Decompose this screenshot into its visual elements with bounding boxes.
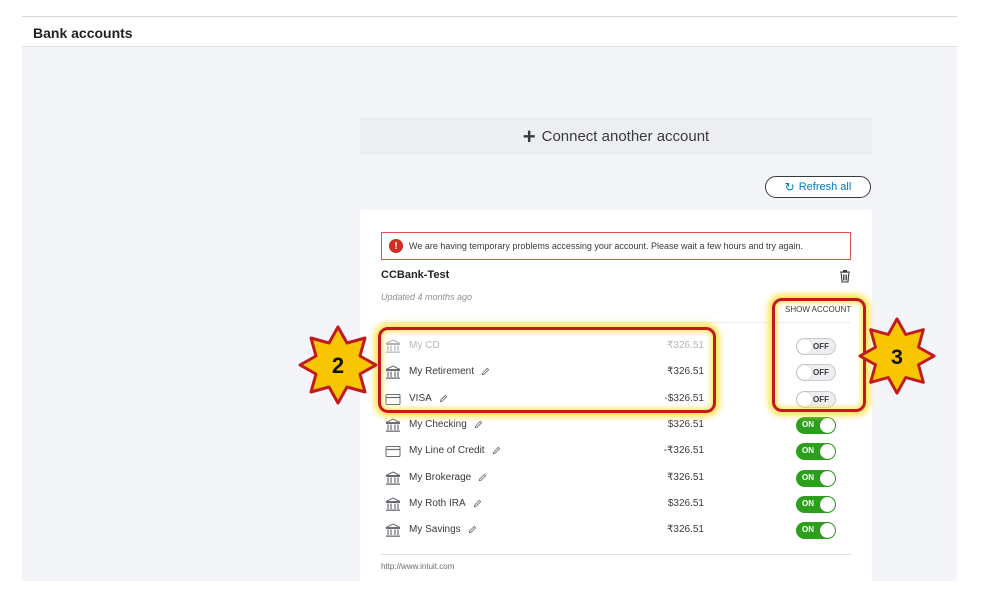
divider <box>381 554 851 555</box>
account-name: My Retirement <box>409 366 490 377</box>
bank-icon <box>385 497 401 512</box>
toggle-state-label: OFF <box>813 395 829 404</box>
account-name: My Roth IRA <box>409 498 482 509</box>
account-row: My CD ₹326.51 OFF <box>385 338 845 356</box>
connect-account-label: Connect another account <box>541 128 710 145</box>
show-account-toggle[interactable]: OFF <box>796 338 836 355</box>
alert-message: We are having temporary problems accessi… <box>409 241 804 251</box>
plus-icon: + <box>522 123 536 149</box>
toggle-state-label: ON <box>802 473 814 482</box>
account-balance: ₹326.51 <box>667 366 704 377</box>
account-balance: ₹326.51 <box>667 524 704 535</box>
callout-star-3-icon: 3 <box>858 317 936 395</box>
account-row: My Brokerage ₹326.51 ON <box>385 470 845 488</box>
account-name: My Savings <box>409 524 477 535</box>
toggle-state-label: OFF <box>813 368 829 377</box>
toggle-state-label: OFF <box>813 342 829 351</box>
account-row: My Retirement ₹326.51 OFF <box>385 364 845 382</box>
refresh-all-button[interactable]: ↻ Refresh all <box>765 176 871 198</box>
show-account-toggle[interactable]: ON <box>796 470 836 487</box>
bank-icon <box>385 418 401 433</box>
toggle-knob <box>820 523 835 538</box>
connect-account-button[interactable]: + Connect another account <box>360 118 872 155</box>
show-account-toggle[interactable]: ON <box>796 522 836 539</box>
account-name: My CD <box>409 340 440 351</box>
error-icon: ! <box>389 239 403 253</box>
footer-url: http://www.intuit.com <box>381 562 455 571</box>
account-name: My Brokerage <box>409 472 487 483</box>
credit-card-icon <box>385 444 401 459</box>
edit-pencil-icon[interactable] <box>439 394 448 403</box>
show-account-toggle[interactable]: ON <box>796 443 836 460</box>
toggle-knob <box>797 365 812 380</box>
show-account-toggle[interactable]: ON <box>796 417 836 434</box>
show-account-toggle[interactable]: OFF <box>796 364 836 381</box>
account-name: My Checking <box>409 419 483 430</box>
edit-pencil-icon[interactable] <box>474 420 483 429</box>
toggle-knob <box>820 497 835 512</box>
edit-pencil-icon[interactable] <box>473 499 482 508</box>
callout-3-label: 3 <box>891 345 903 369</box>
show-account-toggle[interactable]: OFF <box>796 391 836 408</box>
show-account-toggle[interactable]: ON <box>796 496 836 513</box>
callout-2-label: 2 <box>332 353 344 378</box>
bank-icon <box>385 523 401 538</box>
bank-icon <box>385 339 401 354</box>
refresh-all-label: Refresh all <box>798 181 852 193</box>
edit-pencil-icon[interactable] <box>478 473 487 482</box>
account-row: My Savings ₹326.51 ON <box>385 522 845 540</box>
toggle-state-label: ON <box>802 446 814 455</box>
account-row: My Roth IRA $326.51 ON <box>385 496 845 514</box>
account-row: My Line of Credit -₹326.51 ON <box>385 443 845 461</box>
updated-timestamp: Updated 4 months ago <box>381 292 473 302</box>
account-balance: $326.51 <box>667 498 704 509</box>
credit-card-icon <box>385 392 401 407</box>
account-balance: -₹326.51 <box>663 445 704 456</box>
bank-name: CCBank-Test <box>381 269 450 281</box>
edit-pencil-icon[interactable] <box>492 446 501 455</box>
edit-pencil-icon[interactable] <box>481 367 490 376</box>
edit-pencil-icon[interactable] <box>468 525 477 534</box>
account-row: VISA -$326.51 OFF <box>385 391 845 409</box>
toggle-knob <box>797 339 812 354</box>
account-balance: -$326.51 <box>664 393 704 404</box>
refresh-icon: ↻ <box>784 180 795 194</box>
bank-icon <box>385 365 401 380</box>
trash-icon[interactable] <box>838 269 852 283</box>
show-account-label: SHOW ACCOUNT <box>785 305 852 314</box>
toggle-knob <box>820 418 835 433</box>
toggle-knob <box>797 392 812 407</box>
account-name: My Line of Credit <box>409 445 501 456</box>
account-balance: $326.51 <box>667 419 704 430</box>
account-name: VISA <box>409 393 448 404</box>
page-header: Bank accounts <box>22 17 957 47</box>
divider <box>381 322 851 323</box>
bank-icon <box>385 471 401 486</box>
toggle-state-label: ON <box>802 525 814 534</box>
toggle-knob <box>820 444 835 459</box>
error-alert: ! We are having temporary problems acces… <box>381 232 851 260</box>
page-title: Bank accounts <box>33 25 133 41</box>
toggle-state-label: ON <box>802 499 814 508</box>
account-row: My Checking $326.51 ON <box>385 417 845 435</box>
toggle-state-label: ON <box>802 420 814 429</box>
callout-star-2-icon: 2 <box>298 325 378 405</box>
account-balance: ₹326.51 <box>667 340 704 351</box>
account-balance: ₹326.51 <box>667 472 704 483</box>
toggle-knob <box>820 471 835 486</box>
